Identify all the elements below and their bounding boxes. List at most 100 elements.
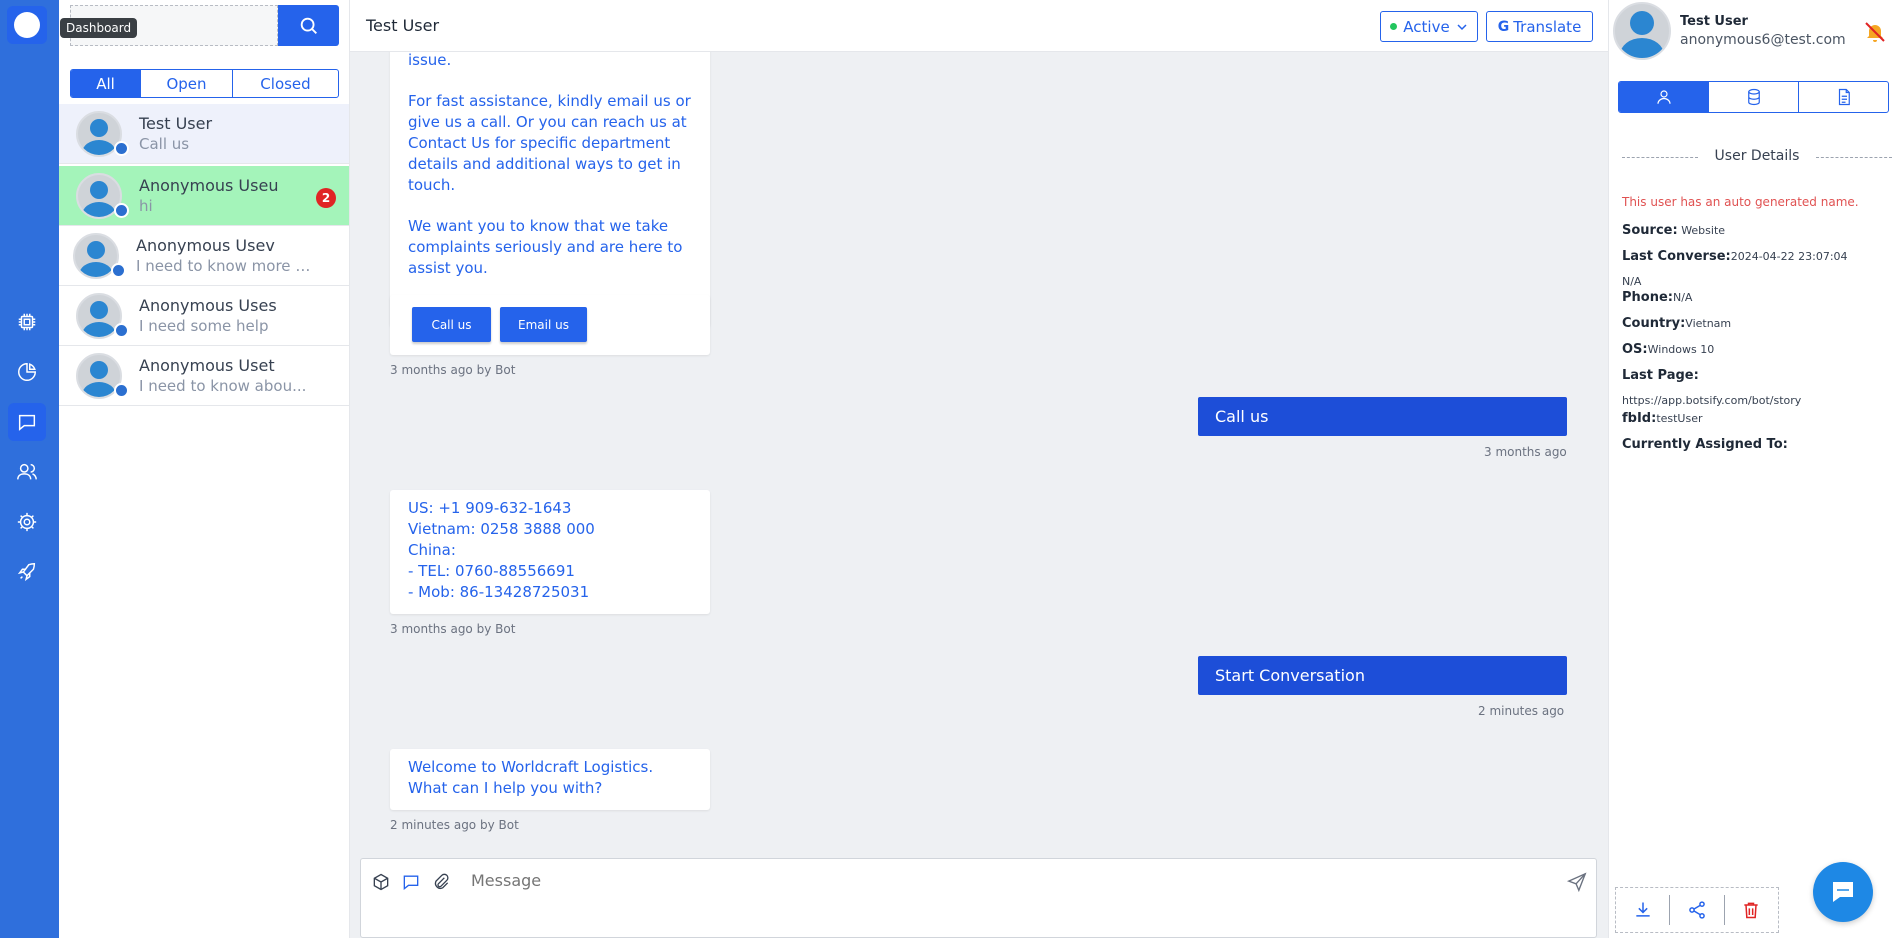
na-field: N/A (1622, 275, 1642, 288)
message-text: We want you to know that we take complai… (408, 217, 683, 277)
message-meta: 3 months ago (1484, 445, 1567, 459)
tab-database[interactable] (1709, 82, 1799, 112)
conversation-item[interactable]: Anonymous Uset I need to know abou... (59, 346, 349, 406)
globe-icon (114, 383, 129, 398)
search-icon (300, 17, 317, 34)
rail-settings-icon[interactable] (8, 503, 46, 541)
user-message: Call us (1198, 397, 1567, 436)
message-line: US: +1 909-632-1643 (408, 499, 572, 517)
globe-icon (114, 141, 129, 156)
user-name: Test User (1680, 14, 1748, 29)
message-line: China: (408, 541, 456, 559)
search-button[interactable] (278, 5, 339, 46)
share-button[interactable] (1670, 895, 1725, 925)
conversation-list: All Open Closed Test User Call us Anonym… (59, 0, 350, 938)
conversation-name: Anonymous Uset (139, 356, 275, 375)
email-us-button[interactable]: Email us (500, 307, 587, 342)
delete-button[interactable] (1725, 895, 1778, 925)
tab-document[interactable] (1799, 82, 1888, 112)
chat-messages: issue. For fast assistance, kindly email… (350, 52, 1608, 852)
download-icon (1635, 902, 1650, 917)
phone-field: Phone:N/A (1622, 290, 1693, 305)
filter-open[interactable]: Open (141, 70, 233, 97)
rail-rocket-icon[interactable] (8, 553, 46, 591)
user-message: Start Conversation (1198, 656, 1567, 695)
logo-icon[interactable] (7, 6, 47, 44)
google-icon: G (1497, 18, 1510, 35)
last-converse-field: Last Converse:2024-04-22 23:07:04 (1622, 249, 1848, 264)
source-field: Source: Website (1622, 223, 1726, 238)
document-icon (1838, 88, 1850, 106)
auto-name-warning: This user has an auto generated name. (1622, 195, 1859, 209)
conversation-item[interactable]: Anonymous Useu hi 2 (59, 166, 349, 226)
message-meta: 3 months ago by Bot (390, 363, 516, 377)
fbid-field: fbId:testUser (1622, 411, 1703, 426)
last-page-field: Last Page: (1622, 368, 1699, 383)
chat-widget-icon (1833, 882, 1853, 902)
dashboard-tooltip: Dashboard (60, 18, 138, 38)
globe-icon (111, 263, 126, 278)
share-icon (1689, 901, 1705, 919)
message-line: - TEL: 0760-88556691 (408, 562, 575, 580)
avatar (1613, 2, 1671, 60)
trash-icon (1744, 902, 1758, 919)
user-email: anonymous6@test.com (1680, 32, 1846, 48)
user-icon (1656, 90, 1671, 104)
rail-chip-icon[interactable] (8, 303, 46, 341)
conversation-snippet: I need to know more ab... (136, 257, 311, 275)
chat-header: Test User Active G Translate (350, 0, 1608, 52)
filter-closed[interactable]: Closed (233, 70, 338, 97)
conversation-name: Anonymous Useu (139, 176, 279, 195)
tab-user[interactable] (1619, 82, 1709, 112)
conversation-name: Anonymous Usev (136, 236, 275, 255)
conversation-snippet: I need some help (139, 317, 269, 335)
filter-all[interactable]: All (71, 70, 141, 97)
chat-bubble-icon[interactable] (401, 872, 421, 892)
status-dot-icon (1390, 23, 1398, 30)
translate-button[interactable]: G Translate (1486, 11, 1593, 42)
action-bar (1615, 887, 1779, 933)
globe-icon (114, 323, 129, 338)
chevron-down-icon (1457, 23, 1467, 30)
nav-rail: Dashboard (0, 0, 138, 938)
globe-icon (114, 203, 129, 218)
status-dropdown[interactable]: Active (1380, 11, 1478, 42)
message-meta: 3 months ago by Bot (390, 622, 516, 636)
unread-badge: 2 (316, 188, 336, 208)
country-field: Country:Vietnam (1622, 316, 1732, 331)
rail-users-icon[interactable] (8, 453, 46, 491)
message-line: Vietnam: 0258 3888 000 (408, 520, 595, 538)
user-details-panel: Test User anonymous6@test.com User Detai… (1608, 0, 1904, 938)
conversation-snippet: Call us (139, 135, 190, 153)
conversation-snippet: hi (139, 197, 153, 215)
download-button[interactable] (1616, 895, 1671, 925)
rail-analytics-icon[interactable] (8, 353, 46, 391)
message-input[interactable] (471, 871, 1471, 890)
assigned-field: Currently Assigned To: (1622, 437, 1788, 452)
conversation-name: Test User (139, 114, 213, 133)
conversation-name: Anonymous Uses (139, 296, 277, 315)
bot-message: US: +1 909-632-1643 Vietnam: 0258 3888 0… (390, 490, 710, 614)
conversation-item[interactable]: Test User Call us (59, 104, 349, 164)
chat-title: Test User (366, 16, 440, 35)
conversation-item[interactable]: Anonymous Uses I need some help (59, 286, 349, 346)
message-text: issue. (408, 52, 452, 69)
paperclip-icon[interactable] (431, 872, 451, 892)
message-meta: 2 minutes ago by Bot (390, 818, 519, 832)
cube-icon[interactable] (371, 872, 391, 892)
conversation-item[interactable]: Anonymous Usev I need to know more ab... (59, 226, 349, 286)
database-icon (1747, 88, 1760, 106)
bell-off-icon[interactable] (1863, 20, 1887, 44)
status-filter: All Open Closed (70, 69, 339, 98)
status-label: Active (1403, 17, 1450, 36)
message-line: - Mob: 86-13428725031 (408, 583, 590, 601)
message-composer (360, 858, 1597, 938)
rail-chat-icon[interactable] (8, 403, 46, 441)
bot-message: Welcome to Worldcraft Logistics. What ca… (390, 749, 710, 810)
send-icon[interactable] (1566, 871, 1588, 893)
conversation-snippet: I need to know abou... (139, 377, 307, 395)
call-us-button[interactable]: Call us (412, 307, 491, 342)
support-chat-button[interactable] (1813, 862, 1873, 922)
bot-message: issue. For fast assistance, kindly email… (390, 52, 710, 327)
quick-reply-card: Call us Email us (390, 295, 710, 355)
